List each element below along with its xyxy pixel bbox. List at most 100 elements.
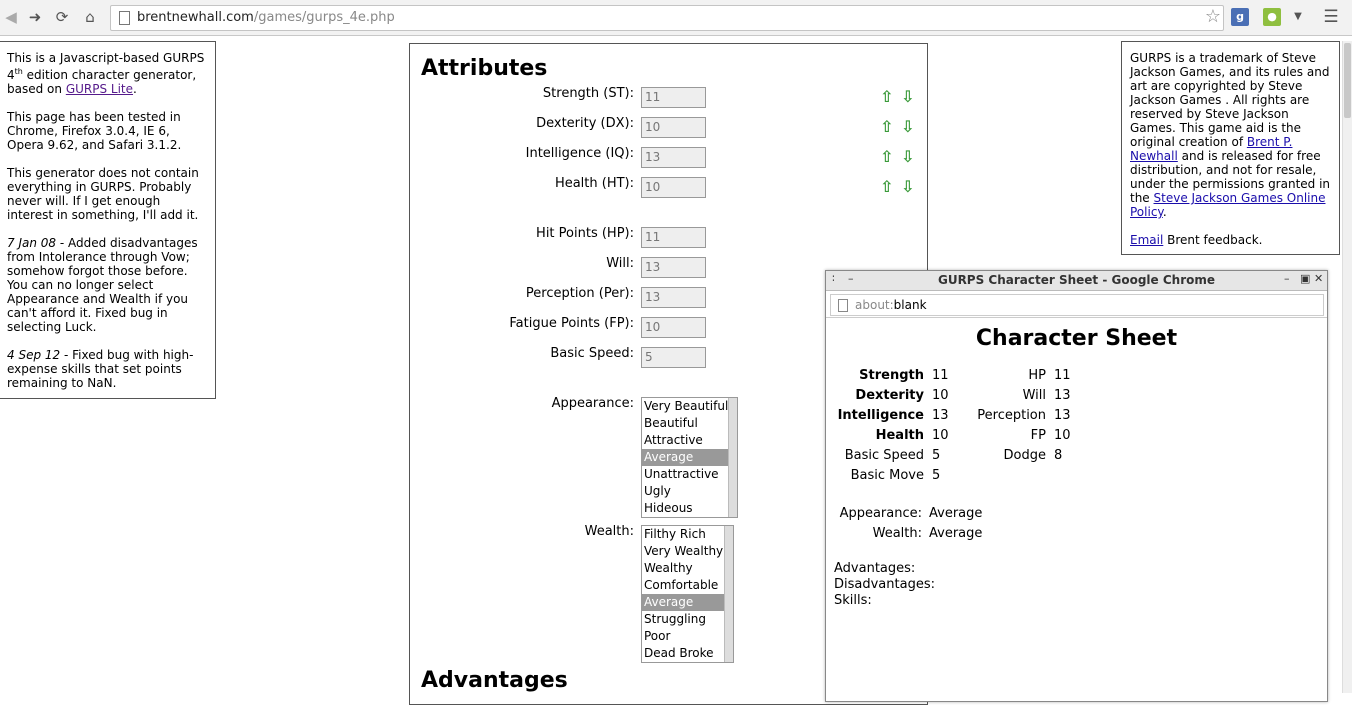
cs-wealth-value: Average xyxy=(929,526,983,541)
option-item[interactable]: Poor xyxy=(642,628,733,645)
character-sheet-title: Character Sheet xyxy=(975,326,1178,351)
policy-link[interactable]: Steve Jackson Games Online Policy xyxy=(1130,191,1325,219)
cs-stat-label: Basic Speed xyxy=(844,448,924,463)
cs-stat-label: Dexterity xyxy=(855,388,924,403)
home-icon[interactable]: ⌂ xyxy=(79,6,101,28)
increase-arrow-icon[interactable]: ⇧ xyxy=(880,87,893,106)
attribute-label: Perception (Per): xyxy=(525,286,634,301)
cs-stat-value: 5 xyxy=(932,448,941,463)
attribute-label: Dexterity (DX): xyxy=(536,116,634,131)
appearance-select[interactable]: Very Beautiful Beautiful Attractive Average… xyxy=(641,397,738,518)
option-item[interactable]: Wealthy xyxy=(642,560,733,577)
option-item[interactable]: Dead Broke xyxy=(642,645,733,662)
popup-address-bar[interactable]: about:blank xyxy=(830,294,1324,316)
decrease-arrow-icon[interactable]: ⇩ xyxy=(901,177,914,196)
wealth-select[interactable]: Filthy Rich Very Wealthy Wealthy Comfortabl… xyxy=(641,525,734,663)
option-item[interactable]: Very Beautiful xyxy=(642,398,737,415)
decrease-arrow-icon[interactable]: ⇩ xyxy=(901,117,914,136)
attribute-value-field[interactable]: 11 xyxy=(641,87,706,108)
cs-disadvantages-label: Disadvantages: xyxy=(834,577,935,592)
option-item[interactable]: Ugly xyxy=(642,483,737,500)
menu-icon[interactable]: ☰ xyxy=(1320,6,1342,28)
decrease-arrow-icon[interactable]: ⇩ xyxy=(901,147,914,166)
cs-stat-value: 13 xyxy=(932,408,949,423)
cs-stat-label: Will xyxy=(1022,388,1046,403)
address-bar[interactable]: brentnewhall.com/games/gurps_4e.php ☆ xyxy=(110,5,1224,31)
intro-box: This is a Javascript-based GURPS 4th edi… xyxy=(0,41,216,399)
window-title: GURPS Character Sheet - Google Chrome xyxy=(937,273,1216,287)
attribute-value-field[interactable]: 13 xyxy=(641,287,706,308)
cs-stat-label: FP xyxy=(1030,428,1046,443)
option-item[interactable]: Average xyxy=(642,449,737,466)
chat-extension-icon[interactable]: ● xyxy=(1263,8,1281,26)
forward-icon[interactable]: ➜ xyxy=(24,6,46,28)
option-item[interactable]: Filthy Rich xyxy=(642,526,733,543)
attribute-label: Health (HT): xyxy=(554,176,634,191)
attribute-label: Intelligence (IQ): xyxy=(525,146,634,161)
email-link[interactable]: Email xyxy=(1130,233,1163,247)
cs-stat-label: Health xyxy=(875,428,924,443)
back-icon[interactable]: ◀ xyxy=(0,6,22,28)
attributes-heading: Attributes xyxy=(421,56,548,81)
copyright-box: GURPS is a trademark of Steve Jackson Ga… xyxy=(1121,41,1340,255)
cs-stat-label: Dodge xyxy=(1003,448,1046,463)
option-item[interactable]: Very Wealthy xyxy=(642,543,733,560)
cs-stat-value: 13 xyxy=(1054,388,1071,403)
close-icon[interactable]: ✕ xyxy=(1314,272,1323,285)
reload-icon[interactable]: ⟳ xyxy=(51,6,73,28)
cs-stat-value: 10 xyxy=(1054,428,1071,443)
cs-stat-value: 13 xyxy=(1054,408,1071,423)
cs-stat-value: 11 xyxy=(1054,368,1071,383)
attribute-value-field[interactable]: 11 xyxy=(641,227,706,248)
cs-stat-value: 10 xyxy=(932,428,949,443)
option-item[interactable]: Attractive xyxy=(642,432,737,449)
attribute-value-field[interactable]: 10 xyxy=(641,177,706,198)
attribute-value-field[interactable]: 13 xyxy=(641,257,706,278)
decrease-arrow-icon[interactable]: ⇩ xyxy=(901,87,914,106)
attribute-label: Basic Speed: xyxy=(550,346,634,361)
option-item[interactable]: Beautiful xyxy=(642,415,737,432)
option-item[interactable]: Unattractive xyxy=(642,466,737,483)
attribute-value-field[interactable]: 13 xyxy=(641,147,706,168)
listbox-scrollbar[interactable] xyxy=(728,398,737,517)
increase-arrow-icon[interactable]: ⇧ xyxy=(880,177,893,196)
maximize-icon[interactable]: ▣ xyxy=(1300,272,1310,285)
character-sheet-window: ∶ – GURPS Character Sheet - Google Chrom… xyxy=(825,270,1328,702)
option-item[interactable]: Hideous xyxy=(642,500,737,517)
advantages-heading: Advantages xyxy=(421,668,568,693)
scrollbar-thumb[interactable] xyxy=(1344,43,1351,118)
tested-paragraph: This page has been tested in Chrome, Fir… xyxy=(7,110,182,152)
attribute-value-field[interactable]: 5 xyxy=(641,347,706,368)
cs-appearance-label: Appearance: xyxy=(839,506,922,521)
gurps-lite-link[interactable]: GURPS Lite xyxy=(66,82,133,96)
attribute-label: Hit Points (HP): xyxy=(536,226,634,241)
window-titlebar[interactable]: ∶ – GURPS Character Sheet - Google Chrom… xyxy=(826,271,1327,291)
cs-stat-label: Intelligence xyxy=(837,408,924,423)
attribute-label: Fatigue Points (FP): xyxy=(509,316,634,331)
page-scrollbar[interactable] xyxy=(1342,41,1352,693)
minimize-icon[interactable]: – xyxy=(1284,272,1290,285)
character-sheet-body: Character Sheet Strength 11 Dexterity 10 Int… xyxy=(826,317,1327,702)
option-item[interactable]: Comfortable xyxy=(642,577,733,594)
browser-toolbar: ◀ ➜ ⟳ ⌂ brentnewhall.com/games/gurps_4e.… xyxy=(0,0,1352,36)
google-extension-icon[interactable]: g xyxy=(1231,8,1249,26)
increase-arrow-icon[interactable]: ⇧ xyxy=(880,147,893,166)
attribute-label: Strength (ST): xyxy=(542,86,634,101)
cs-stat-value: 11 xyxy=(932,368,949,383)
feedback-paragraph: Email Brent feedback. xyxy=(1130,233,1263,247)
bookmark-star-icon[interactable]: ☆ xyxy=(1205,6,1221,27)
intro-paragraph: This is a Javascript-based GURPS 4th edi… xyxy=(7,51,205,96)
option-item[interactable]: Struggling xyxy=(642,611,733,628)
cs-wealth-label: Wealth: xyxy=(872,526,922,541)
appearance-label: Appearance: xyxy=(551,396,634,411)
attribute-value-field[interactable]: 10 xyxy=(641,317,706,338)
cs-advantages-label: Advantages: xyxy=(834,561,916,576)
attribute-value-field[interactable]: 10 xyxy=(641,117,706,138)
listbox-scrollbar[interactable] xyxy=(724,526,733,662)
cs-stat-label: Strength xyxy=(859,368,924,383)
option-item[interactable]: Average xyxy=(642,594,733,611)
page-icon xyxy=(838,299,848,312)
increase-arrow-icon[interactable]: ⇧ xyxy=(880,117,893,136)
page-icon xyxy=(119,11,130,25)
dropdown-arrow-icon[interactable]: ▼ xyxy=(1287,6,1309,28)
